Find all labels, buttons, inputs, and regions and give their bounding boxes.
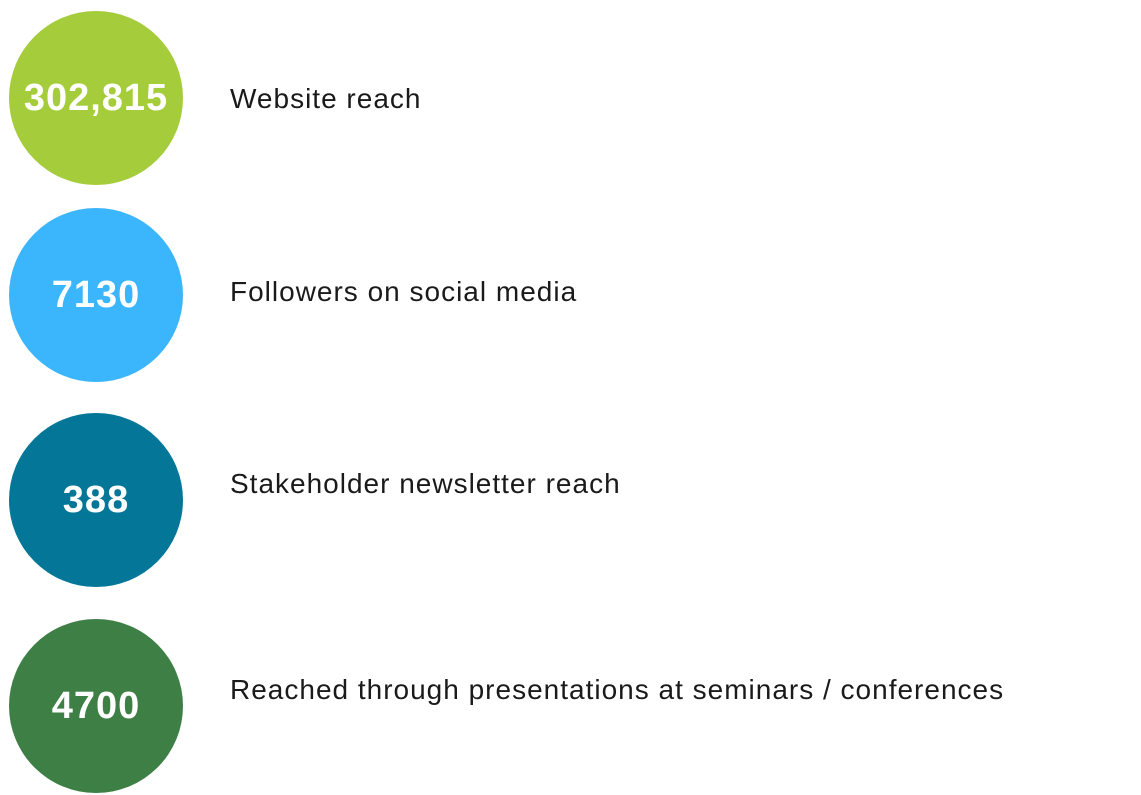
stat-circle: 4700: [9, 619, 183, 793]
stat-row-newsletter-reach: 388 Stakeholder newsletter reach: [0, 413, 1141, 589]
stat-label: Reached through presentations at seminar…: [230, 674, 1005, 705]
stat-row-presentations-reach: 4700 Reached through presentations at se…: [0, 619, 1141, 795]
stat-value: 7130: [51, 273, 141, 316]
stat-circle: 302,815: [9, 11, 183, 185]
stat-label: Stakeholder newsletter reach: [230, 468, 621, 499]
stat-row-social-followers: 7130 Followers on social media: [0, 208, 1141, 384]
stat-value: 388: [62, 478, 130, 521]
stat-label: Website reach: [230, 83, 422, 114]
stat-value: 4700: [51, 684, 141, 727]
stat-label: Followers on social media: [230, 276, 578, 307]
stat-value: 302,815: [23, 76, 169, 119]
stat-row-website-reach: 302,815 Website reach: [0, 11, 1141, 187]
stat-circle: 7130: [9, 208, 183, 382]
stat-circle: 388: [9, 413, 183, 587]
